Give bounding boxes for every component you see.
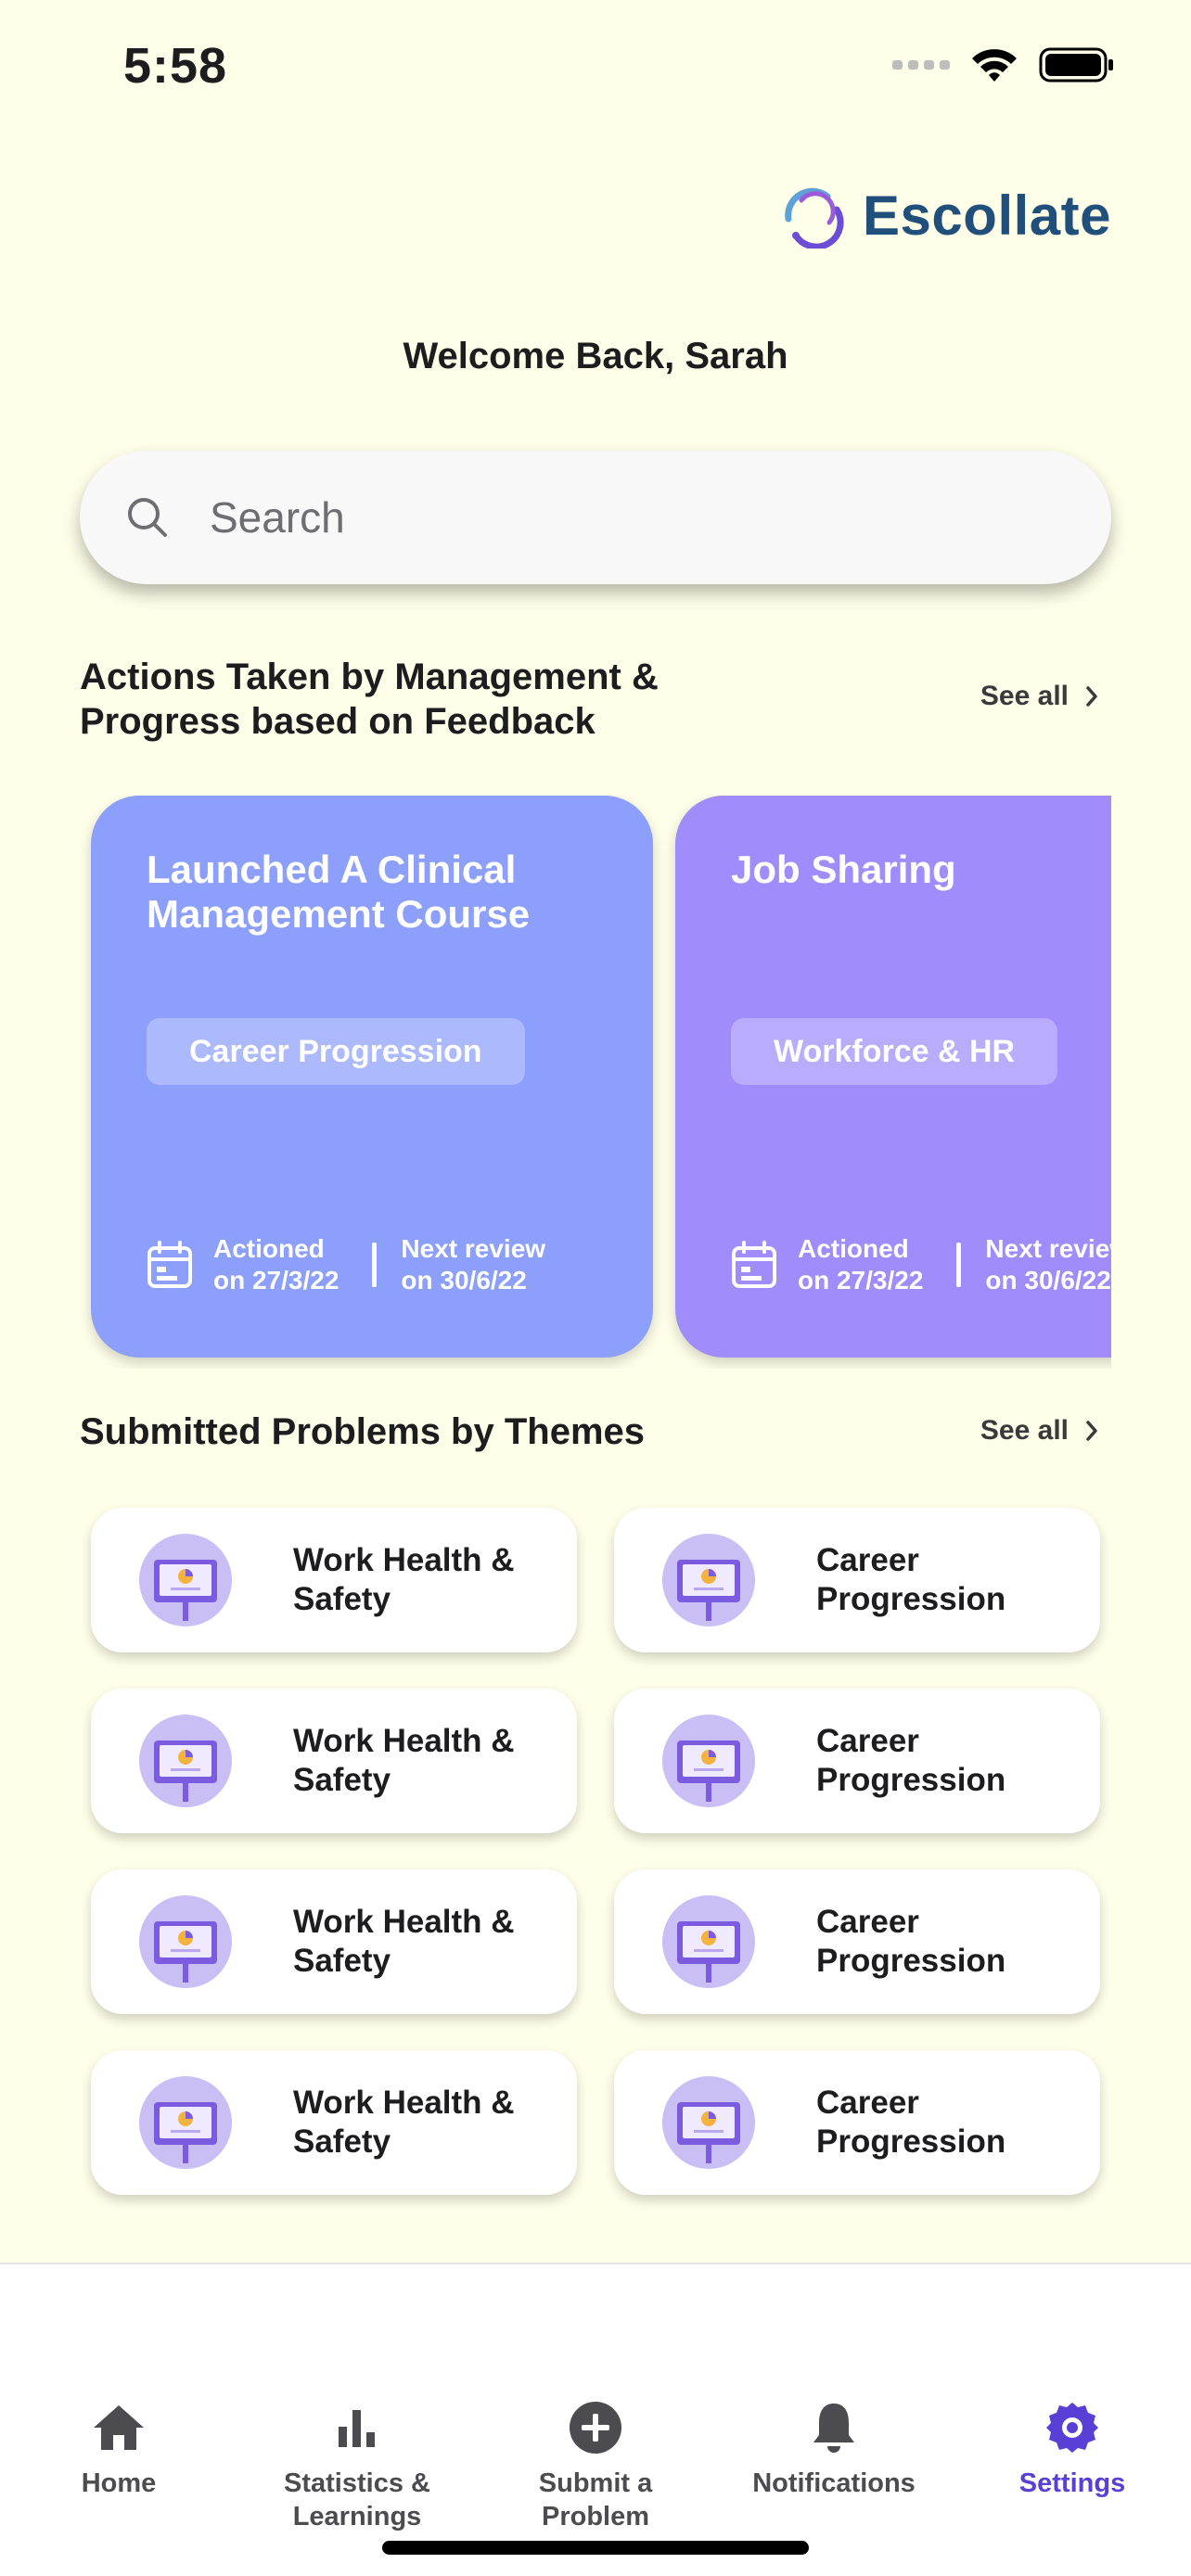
app-logo: Escollate [775,182,1111,249]
actions-see-all-button[interactable]: See all [980,681,1098,712]
tab-label: Submit a Problem [538,2468,653,2531]
actioned-date: Actioned on 27/3/22 [798,1234,924,1294]
gear-icon [1046,2403,1098,2453]
theme-card[interactable]: Work Health & Safety [91,1869,577,2014]
theme-label: Career Progression [816,1904,1006,1979]
theme-label: Work Health & Safety [293,2085,515,2160]
action-card-title: Launched A Clinical Management Course [147,848,531,936]
tab-label: Settings [1018,2468,1126,2498]
welcome-message: Welcome Back, Sarah [403,336,788,376]
actioned-date: Actioned on 27/3/22 [213,1234,339,1294]
theme-card[interactable]: Career Progression [614,1508,1100,1652]
theme-label: Career Progression [816,2085,1006,2160]
status-time: 5:58 [123,38,228,94]
search-bar[interactable] [80,451,1111,584]
tab-statistics[interactable]: Statistics & Learnings [246,2398,468,2533]
bell-icon [813,2404,854,2453]
search-input[interactable] [210,492,1044,542]
bar-chart-icon [339,2410,375,2447]
logo-text: Escollate [863,184,1111,247]
action-card-title: Job Sharing [731,848,956,891]
theme-card[interactable]: Career Progression [614,1869,1100,2014]
calendar-icon [732,1241,776,1288]
theme-card[interactable]: Career Progression [614,2050,1100,2195]
theme-card[interactable]: Work Health & Safety [91,2050,577,2195]
battery-icon [1039,47,1113,83]
theme-card[interactable]: Work Health & Safety [91,1689,577,1833]
presentation-chart-icon [137,2076,234,2169]
theme-label: Career Progression [816,1542,1006,1617]
themes-see-all-button[interactable]: See all [980,1415,1098,1447]
presentation-chart-icon [660,2076,757,2169]
escollate-logo-icon [785,187,844,249]
action-card-footer: Actioned on 27/3/22 Next review on 30/6/… [731,1233,1111,1296]
theme-label: Work Health & Safety [293,1542,515,1617]
tab-label: Home [81,2468,157,2498]
footer-divider [956,1243,962,1287]
theme-card[interactable]: Work Health & Safety [91,1508,577,1652]
status-icons [892,46,1115,83]
tab-submit-problem[interactable]: Submit a Problem [484,2398,707,2533]
tab-label: Statistics & Learnings [284,2468,430,2531]
wifi-icon [972,49,1017,82]
tab-home[interactable]: Home [7,2398,230,2500]
tab-settings[interactable]: Settings [961,2398,1184,2500]
theme-card[interactable]: Career Progression [614,1689,1100,1833]
see-all-label: See all [980,681,1069,711]
bottom-tab-bar: Home Statistics & Learnings Submit a Pro… [0,2263,1191,2576]
actions-title-line2: Progress based on Feedback [80,701,596,742]
theme-label: Work Health & Safety [293,1904,515,1979]
actions-carousel[interactable]: Launched A Clinical Management Course Ca… [80,796,1111,1369]
action-card[interactable]: Launched A Clinical Management Course Ca… [91,796,653,1358]
footer-divider [372,1243,378,1287]
tab-notifications[interactable]: Notifications [723,2398,945,2500]
home-indicator [382,2541,809,2555]
themes-section-title: Submitted Problems by Themes [80,1411,646,1452]
next-review-date: Next review on 30/6/22 [985,1234,1111,1294]
theme-label: Work Health & Safety [293,1723,515,1798]
presentation-chart-icon [137,1715,234,1807]
chevron-right-icon [1086,686,1097,707]
home-icon [94,2405,144,2450]
presentation-chart-icon [660,1715,757,1807]
actions-title-line1: Actions Taken by Management & [80,657,659,697]
presentation-chart-icon [660,1534,757,1626]
action-card-tag: Workforce & HR [731,1018,1058,1085]
calendar-icon [147,1241,192,1288]
action-card[interactable]: Job Sharing Workforce & HR Actioned on 2… [675,796,1111,1358]
search-icon [128,498,167,537]
plus-circle-icon [570,2402,621,2454]
theme-label: Career Progression [816,1723,1006,1798]
see-all-label: See all [980,1415,1069,1446]
next-review-date: Next review on 30/6/22 [401,1234,546,1294]
status-bar: 5:58 [0,0,1191,130]
presentation-chart-icon [660,1895,757,1988]
action-card-tag: Career Progression [147,1018,525,1085]
presentation-chart-icon [137,1534,234,1626]
actions-section-title: Actions Taken by Management & Progress b… [80,655,659,744]
presentation-chart-icon [137,1895,234,1988]
chevron-right-icon [1086,1421,1097,1441]
signal-icon [892,60,950,70]
tab-label: Notifications [752,2468,916,2498]
action-card-footer: Actioned on 27/3/22 Next review on 30/6/… [147,1233,545,1296]
